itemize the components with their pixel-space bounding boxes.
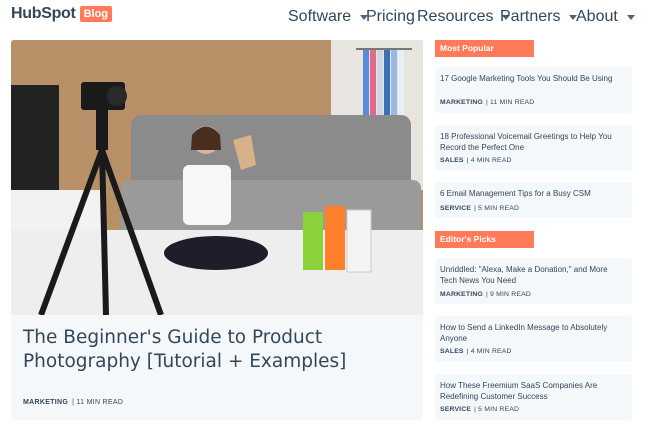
post-meta: SERVICE | 5 MIN READ <box>440 406 519 413</box>
nav-partners[interactable]: Partners <box>500 8 578 26</box>
nav-label: Pricing <box>366 8 415 25</box>
post-title[interactable]: How to Send a LinkedIn Message to Absolu… <box>440 322 625 344</box>
post-meta: SERVICE | 5 MIN READ <box>440 205 519 212</box>
popular-post-card[interactable]: 6 Email Management Tips for a Busy CSM S… <box>435 182 632 218</box>
blog-badge[interactable]: Blog <box>79 6 113 22</box>
post-title[interactable]: Unriddled: "Alexa, Make a Donation," and… <box>440 264 625 286</box>
read-time: | 5 MIN READ <box>474 205 520 212</box>
nav-label: About <box>576 8 618 25</box>
category-tag[interactable]: SALES <box>440 348 464 355</box>
nav-label: Partners <box>500 8 561 25</box>
post-meta: MARKETING | 11 MIN READ <box>440 99 534 106</box>
nav-label: Software <box>288 8 352 25</box>
post-title[interactable]: How These Freemium SaaS Companies Are Re… <box>440 380 625 402</box>
post-title[interactable]: 18 Professional Voicemail Greetings to H… <box>440 131 625 153</box>
post-meta: SALES | 4 MIN READ <box>440 157 512 164</box>
post-title[interactable]: 6 Email Management Tips for a Busy CSM <box>440 188 625 199</box>
site-header: HubSpot Blog Software Pricing Resources … <box>0 0 648 30</box>
post-meta: MARKETING | 9 MIN READ <box>440 291 531 298</box>
read-time: | 11 MIN READ <box>485 99 535 106</box>
most-popular-heading: Most Popular <box>435 40 534 57</box>
nav-label: Resources <box>417 8 494 25</box>
featured-post-image[interactable] <box>11 40 423 315</box>
editors-pick-card[interactable]: How These Freemium SaaS Companies Are Re… <box>435 374 632 420</box>
read-time: | 4 MIN READ <box>466 348 512 355</box>
post-title[interactable]: 17 Google Marketing Tools You Should Be … <box>440 73 625 84</box>
nav-pricing[interactable]: Pricing <box>366 8 415 26</box>
category-tag[interactable]: MARKETING <box>23 399 68 406</box>
nav-about[interactable]: About <box>576 8 635 26</box>
editors-picks-heading: Editor's Picks <box>435 231 534 248</box>
category-tag[interactable]: SERVICE <box>440 406 471 413</box>
logo-wordmark: HubSpot <box>11 5 76 22</box>
popular-post-card[interactable]: 18 Professional Voicemail Greetings to H… <box>435 125 632 171</box>
category-tag[interactable]: SALES <box>440 157 464 164</box>
nav-software[interactable]: Software <box>288 8 369 26</box>
editors-pick-card[interactable]: Unriddled: "Alexa, Make a Donation," and… <box>435 258 632 304</box>
popular-post-card[interactable]: 17 Google Marketing Tools You Should Be … <box>435 67 632 113</box>
post-meta: SALES | 4 MIN READ <box>440 348 512 355</box>
featured-post-title[interactable]: The Beginner's Guide to Product Photogra… <box>23 326 403 374</box>
read-time: | 5 MIN READ <box>474 406 520 413</box>
read-time: | 11 MIN READ <box>72 399 124 406</box>
chevron-down-icon <box>626 14 635 20</box>
nav-resources[interactable]: Resources <box>417 8 511 26</box>
editors-pick-card[interactable]: How to Send a LinkedIn Message to Absolu… <box>435 316 632 362</box>
category-tag[interactable]: MARKETING <box>440 291 483 298</box>
read-time: | 9 MIN READ <box>485 291 531 298</box>
read-time: | 4 MIN READ <box>466 157 512 164</box>
category-tag[interactable]: MARKETING <box>440 99 483 106</box>
category-tag[interactable]: SERVICE <box>440 205 471 212</box>
featured-post-meta: MARKETING | 11 MIN READ <box>23 399 123 406</box>
featured-post-card[interactable]: The Beginner's Guide to Product Photogra… <box>11 40 423 420</box>
hubspot-logo[interactable]: HubSpot Blog <box>11 3 113 25</box>
